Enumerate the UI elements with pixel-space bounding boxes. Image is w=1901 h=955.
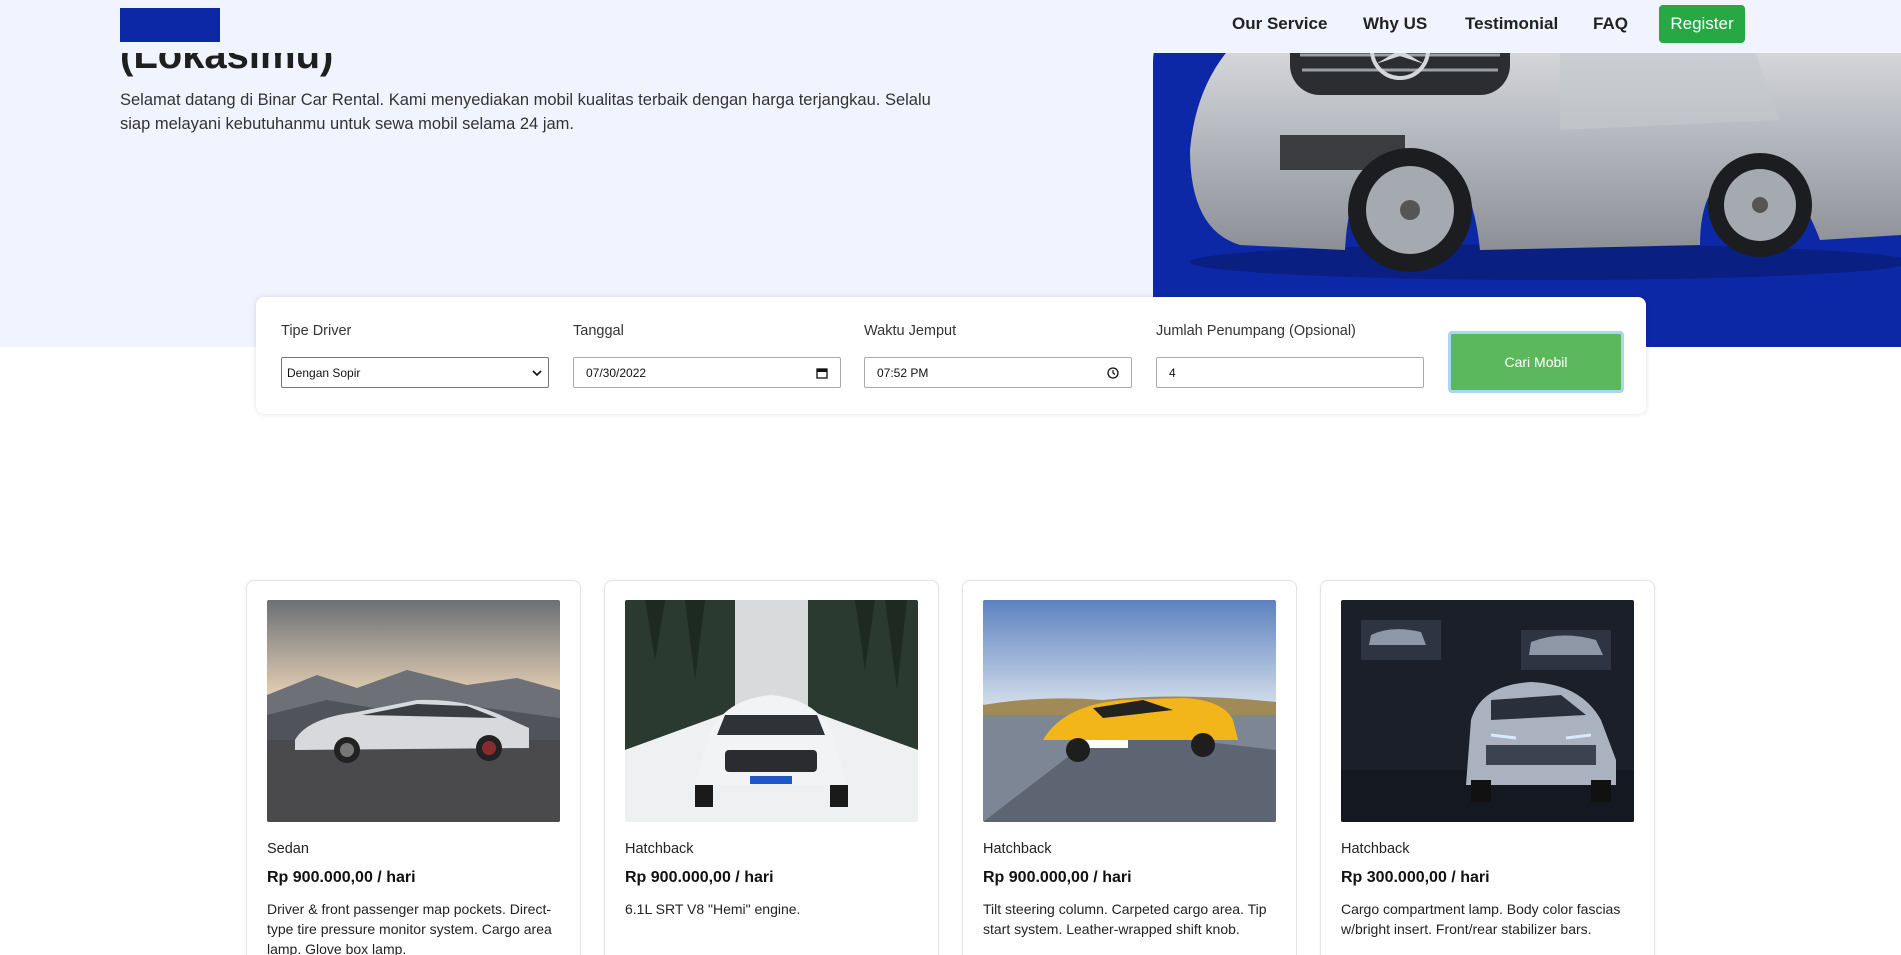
car-image-hatchback	[983, 600, 1276, 822]
tanggal-value: 07/30/2022	[586, 365, 647, 380]
clock-icon[interactable]	[1107, 366, 1119, 379]
car-type: Sedan	[267, 841, 309, 857]
tipe-driver-select[interactable]: Dengan Sopir	[281, 357, 549, 388]
car-image-sedan	[267, 600, 560, 822]
car-description: Tilt steering column. Carpeted cargo are…	[983, 901, 1267, 937]
car-card[interactable]: Hatchback Rp 900.000,00 / hari Tilt stee…	[962, 580, 1297, 955]
label-tipe-driver: Tipe Driver	[281, 323, 352, 339]
brand-logo[interactable]	[120, 8, 220, 42]
car-image-hatchback	[625, 600, 918, 822]
nav-link-faq[interactable]: FAQ	[1593, 14, 1628, 34]
navbar: Our Service Why US Testimonial FAQ Regis…	[0, 0, 1901, 53]
page: (Lokasimu) Selamat datang di Binar Car R…	[0, 0, 1901, 955]
car-type: Hatchback	[625, 841, 694, 857]
car-price: Rp 300.000,00 / hari	[1341, 869, 1490, 886]
label-jumlah-penumpang: Jumlah Penumpang (Opsional)	[1156, 323, 1356, 339]
nav-link-our-service[interactable]: Our Service	[1232, 14, 1327, 34]
search-card: Tipe Driver Dengan Sopir Tanggal 07/30/2…	[256, 297, 1646, 414]
car-price: Rp 900.000,00 / hari	[983, 869, 1132, 886]
tipe-driver-value: Dengan Sopir	[287, 365, 361, 380]
car-price: Rp 900.000,00 / hari	[267, 869, 416, 886]
cari-mobil-button[interactable]: Cari Mobil	[1448, 331, 1624, 393]
car-description: Driver & front passenger map pockets. Di…	[267, 901, 552, 955]
waktu-jemput-value: 07:52 PM	[877, 365, 929, 380]
jumlah-penumpang-value: 4	[1169, 365, 1176, 380]
nav-link-testimonial[interactable]: Testimonial	[1465, 14, 1558, 34]
car-description: Cargo compartment lamp. Body color fasci…	[1341, 901, 1621, 937]
nav-link-why-us[interactable]: Why US	[1363, 14, 1427, 34]
calendar-icon[interactable]	[816, 367, 828, 379]
car-price: Rp 900.000,00 / hari	[625, 869, 774, 886]
car-card[interactable]: Sedan Rp 900.000,00 / hari Driver & fron…	[246, 580, 581, 955]
label-tanggal: Tanggal	[573, 323, 624, 339]
tanggal-input[interactable]: 07/30/2022	[573, 357, 841, 388]
jumlah-penumpang-input[interactable]: 4	[1156, 357, 1424, 388]
hero-description: Selamat datang di Binar Car Rental. Kami…	[120, 91, 931, 133]
car-type: Hatchback	[983, 841, 1052, 857]
car-description: 6.1L SRT V8 "Hemi" engine.	[625, 901, 801, 917]
car-card[interactable]: Hatchback Rp 300.000,00 / hari Cargo com…	[1320, 580, 1655, 955]
chevron-down-icon	[531, 367, 543, 379]
car-type: Hatchback	[1341, 841, 1410, 857]
label-waktu-jemput: Waktu Jemput	[864, 323, 957, 339]
car-card[interactable]: Hatchback Rp 900.000,00 / hari 6.1L SRT …	[604, 580, 939, 955]
car-image-hatchback	[1341, 600, 1634, 822]
register-button[interactable]: Register	[1659, 5, 1745, 43]
waktu-jemput-input[interactable]: 07:52 PM	[864, 357, 1132, 388]
